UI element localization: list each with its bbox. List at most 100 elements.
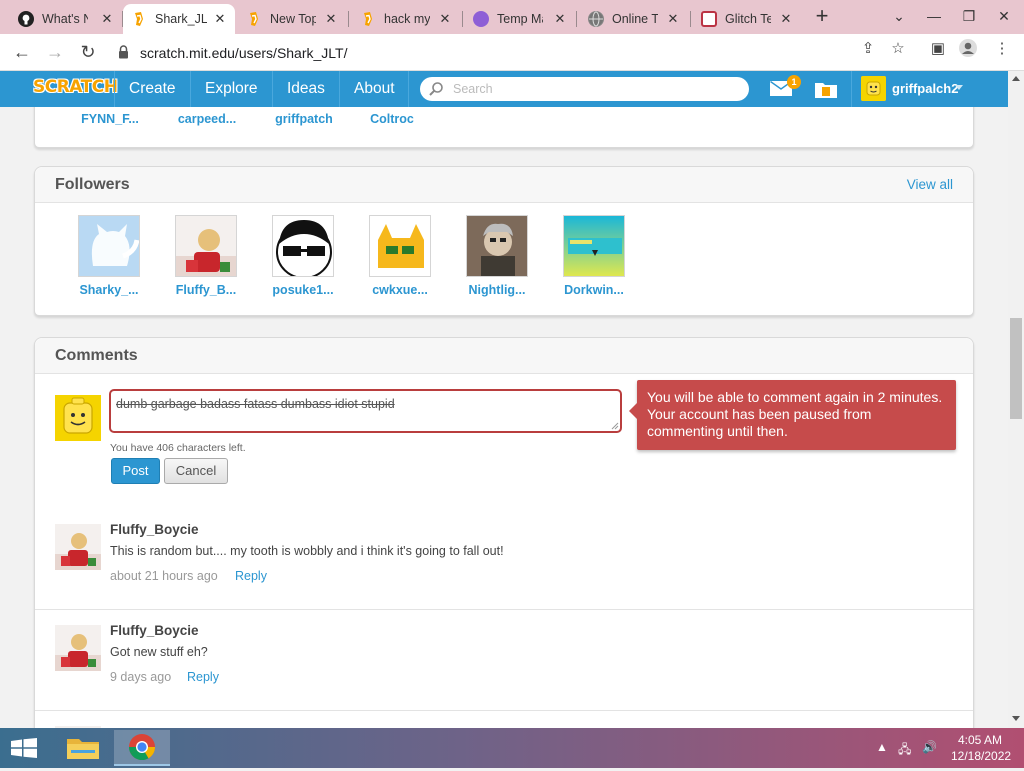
taskbar-chrome[interactable] [114,730,170,766]
scratch-logo[interactable]: SCRATCH [33,77,118,97]
reload-icon[interactable]: ↻ [76,41,100,65]
following-user[interactable]: Coltroc [352,112,432,126]
taskbar-file-explorer[interactable] [55,730,111,766]
tab-search-icon[interactable]: ⌄ [882,4,916,28]
my-stuff-folder-icon[interactable] [814,79,838,99]
url-text[interactable]: scratch.mit.edu/users/Shark_JLT/ [140,45,347,61]
follower-avatar[interactable] [369,215,431,277]
close-icon[interactable]: ✕ [438,11,452,27]
comments-title: Comments [55,347,138,364]
user-avatar-icon[interactable] [861,76,886,101]
network-icon[interactable]: 🖧 [898,740,911,761]
nav-separator [851,71,852,107]
tab-whats-new[interactable]: What's New ✕ [10,4,122,34]
followers-box: Followers View all Sharky_... Fluffy_B..… [34,166,974,316]
nav-separator [408,71,409,107]
follower-name[interactable]: Sharky_... [69,283,149,297]
resize-grip-icon[interactable] [611,422,619,430]
close-icon[interactable]: ✕ [100,11,114,27]
restore-icon[interactable]: ❐ [952,4,986,28]
close-icon[interactable]: ✕ [324,11,338,27]
tab-online-text[interactable]: Online Text ✕ [580,4,688,34]
follower-name[interactable]: cwkxue... [360,283,440,297]
tab-new-topic[interactable]: New Topic ✕ [238,4,346,34]
comment-author[interactable]: Fluffy_Boycie [110,623,199,638]
followers-title: Followers [55,176,130,193]
commenter-avatar[interactable] [55,625,101,671]
post-button[interactable]: Post [111,458,160,484]
close-icon[interactable]: ✕ [666,11,680,27]
following-user[interactable]: carpeed... [167,112,247,126]
follower-avatar[interactable] [466,215,528,277]
close-icon[interactable]: ✕ [553,11,567,27]
comment-divider [35,609,973,610]
omnibox[interactable]: scratch.mit.edu/users/Shark_JLT/ [108,38,918,67]
tab-temp-mail[interactable]: Temp Mail ✕ [465,4,575,34]
side-panel-icon[interactable]: ▣ [928,40,948,58]
tab-shark-jlt[interactable]: Shark_JLT ✕ [123,4,235,34]
scrollbar-thumb[interactable] [1010,318,1022,419]
new-tab-button[interactable]: + [811,5,833,28]
back-icon[interactable]: ← [10,41,34,65]
follower-avatar[interactable] [175,215,237,277]
my-avatar [55,395,101,441]
follower-avatar[interactable] [78,215,140,277]
search-placeholder: Search [453,82,493,96]
follower-name[interactable]: Nightlig... [457,283,537,297]
search-input[interactable]: Search [420,77,749,101]
chevron-down-icon[interactable] [955,85,963,90]
close-icon[interactable]: ✕ [213,11,227,27]
following-box: FYNN_F... carpeed... griffpatch Coltroc [34,107,974,148]
reply-link[interactable]: Reply [187,670,219,684]
clock-date[interactable]: 12/18/2022 [951,749,1011,763]
clock-time[interactable]: 4:05 AM [958,733,1002,747]
comment-text: This is random but.... my tooth is wobbl… [110,544,504,558]
tab-glitch-text[interactable]: Glitch Text ✕ [693,4,801,34]
nav-ideas[interactable]: Ideas [287,80,325,98]
tab-separator [576,11,577,27]
follower-name[interactable]: Fluffy_B... [166,283,246,297]
scroll-down-icon[interactable] [1012,716,1020,721]
scratch-navbar: SCRATCH Create Explore Ideas About Searc… [0,71,1008,107]
follower-name[interactable]: Dorkwin... [554,283,634,297]
nav-separator [190,71,191,107]
browser-tab-strip: What's New ✕ Shark_JLT ✕ New Topic ✕ hac… [0,0,1024,34]
vertical-scrollbar[interactable] [1008,71,1024,728]
close-window-icon[interactable]: ✕ [987,4,1021,28]
minimize-icon[interactable]: — [917,4,951,28]
close-icon[interactable]: ✕ [779,11,793,27]
comment-input[interactable]: dumb garbage badass fatass dumbass idiot… [109,389,622,433]
follower-avatar[interactable] [563,215,625,277]
following-user[interactable]: griffpatch [264,112,344,126]
forward-icon[interactable]: → [43,41,67,65]
nav-explore[interactable]: Explore [205,80,258,98]
reply-link[interactable]: Reply [235,569,267,583]
kebab-menu-icon[interactable]: ⋮ [992,40,1012,58]
tab-hack-my[interactable]: hack my ✕ [352,4,460,34]
show-hidden-icons[interactable]: ▲ [876,740,888,754]
commenter-avatar[interactable] [55,524,101,570]
following-user[interactable]: FYNN_F... [70,112,150,126]
volume-icon[interactable]: 🔊 [922,740,937,754]
windows-start-icon[interactable] [11,738,37,758]
tab-separator [348,11,349,27]
profile-icon[interactable] [958,38,978,57]
scratch-icon [131,11,147,27]
scroll-up-icon[interactable] [1012,76,1020,81]
comment-author[interactable]: Fluffy_Boycie [110,522,199,537]
search-icon [429,82,443,96]
windows-taskbar: ▲ 🖧 🔊 4:05 AM 12/18/2022 [0,728,1024,768]
follower-name[interactable]: posuke1... [263,283,343,297]
bookmark-star-icon[interactable]: ☆ [888,40,908,58]
share-icon[interactable]: ⇪ [858,40,878,58]
comment-divider [35,710,973,711]
nav-username[interactable]: griffpalch2 [892,81,958,96]
nav-separator [114,71,115,107]
page-content: FYNN_F... carpeed... griffpatch Coltroc … [0,107,1008,728]
nav-about[interactable]: About [354,80,395,98]
follower-avatar[interactable] [272,215,334,277]
view-all-link[interactable]: View all [907,177,953,192]
cancel-button[interactable]: Cancel [164,458,228,484]
nav-create[interactable]: Create [129,80,176,98]
scratch-icon [360,11,376,27]
